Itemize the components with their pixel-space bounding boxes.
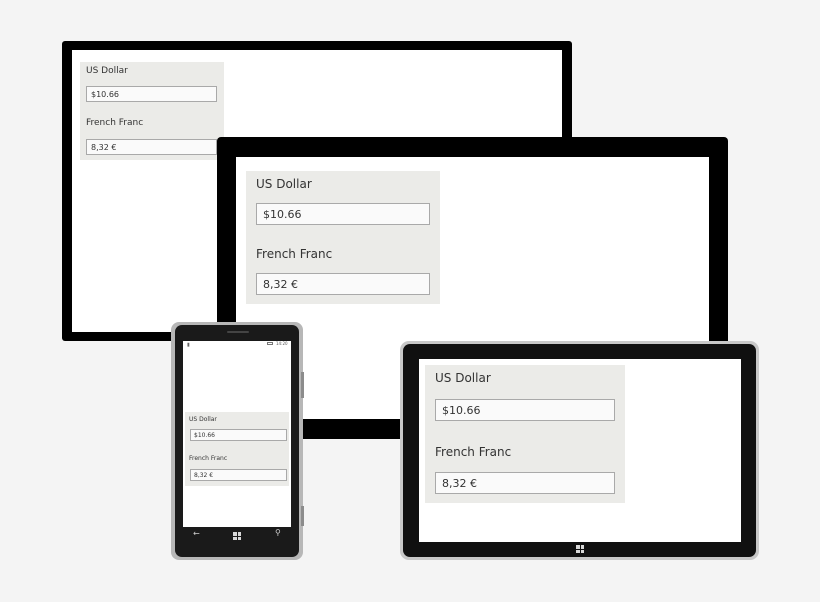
converter-panel: US Dollar French Franc: [425, 365, 625, 503]
french-franc-label: French Franc: [86, 118, 144, 128]
french-franc-input[interactable]: [86, 139, 217, 155]
signal-icon: ▮: [187, 342, 190, 348]
us-dollar-input[interactable]: [435, 399, 615, 421]
phone-nav-bar: ← ⚲: [175, 525, 299, 547]
tablet-screen: US Dollar French Franc: [419, 359, 741, 542]
phone-earpiece: [227, 331, 249, 333]
us-dollar-label: US Dollar: [256, 177, 312, 191]
phone-screen: ▮ 14:20 US Dollar French Franc: [183, 341, 291, 527]
phone-status-bar: ▮ 14:20: [183, 341, 291, 349]
tablet-body: US Dollar French Franc: [403, 344, 756, 557]
tablet: US Dollar French Franc: [400, 341, 759, 560]
french-franc-label: French Franc: [435, 445, 512, 459]
back-arrow-icon[interactable]: ←: [193, 529, 200, 538]
us-dollar-label: US Dollar: [435, 371, 491, 385]
us-dollar-input[interactable]: [190, 429, 287, 441]
phone-clock: 14:20: [276, 341, 288, 346]
us-dollar-input[interactable]: [256, 203, 430, 225]
us-dollar-label: US Dollar: [86, 66, 128, 76]
french-franc-label: French Franc: [189, 455, 228, 462]
converter-panel: US Dollar French Franc: [246, 171, 440, 304]
converter-panel: US Dollar French Franc: [80, 62, 224, 160]
phone-camera-button: [301, 506, 304, 526]
phone-volume-button: [301, 372, 304, 398]
converter-panel: US Dollar French Franc: [185, 412, 289, 486]
search-icon[interactable]: ⚲: [275, 528, 281, 537]
french-franc-input[interactable]: [435, 472, 615, 494]
us-dollar-label: US Dollar: [189, 416, 217, 423]
phone-body: ▮ 14:20 US Dollar French Franc ← ⚲: [175, 325, 299, 557]
french-franc-input[interactable]: [256, 273, 430, 295]
windows-logo-icon[interactable]: [576, 545, 584, 553]
battery-icon: [267, 342, 273, 345]
windows-logo-icon[interactable]: [233, 532, 241, 540]
french-franc-input[interactable]: [190, 469, 287, 481]
phone: ▮ 14:20 US Dollar French Franc ← ⚲: [171, 322, 304, 560]
us-dollar-input[interactable]: [86, 86, 217, 102]
french-franc-label: French Franc: [256, 247, 333, 261]
